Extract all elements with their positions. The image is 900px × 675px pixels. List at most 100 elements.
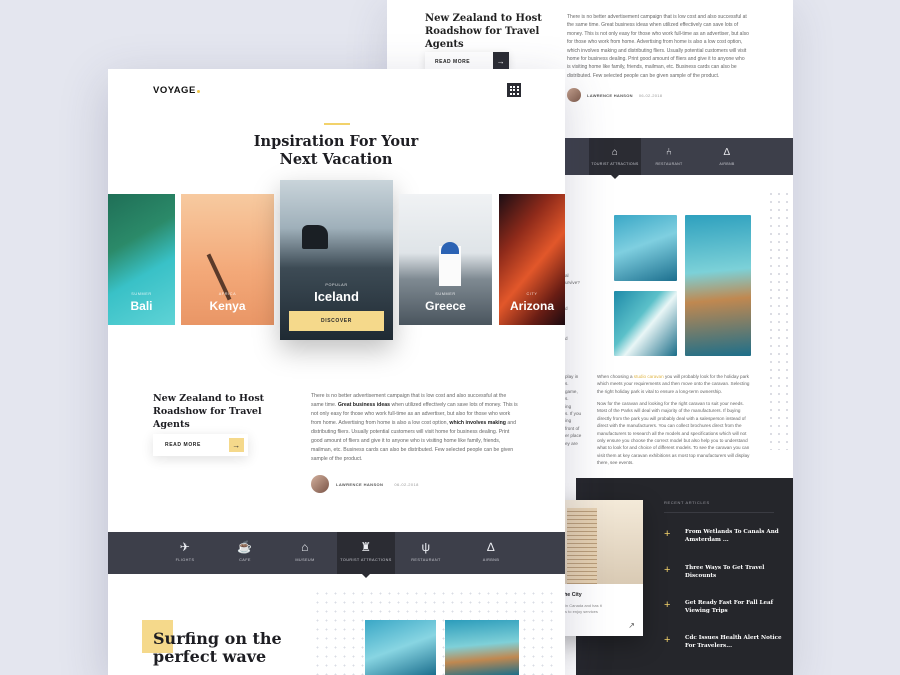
tab-label: MUSEUM xyxy=(295,558,315,562)
destination-card-kenya[interactable]: AFRICA Kenya xyxy=(181,194,274,325)
arrow-right-icon: → xyxy=(229,438,244,452)
post-date: 06-02-2018 xyxy=(394,481,419,487)
tab-tourist-attractions[interactable]: ♜ TOURIST ATTRACTIONS xyxy=(337,532,395,578)
destination-card-iceland[interactable]: POPULAR Iceland DISCOVER xyxy=(280,180,393,340)
dome-graphic xyxy=(441,242,459,254)
restaurant-icon: ψ xyxy=(421,540,431,554)
cafe-icon: ☕ xyxy=(237,540,253,554)
avatar xyxy=(567,88,581,102)
tab-label: AIRBNB xyxy=(719,162,735,166)
category-nav: ✈ FLIGHTS ☕ CAFE ⌂ MUSEUM ♜ TOURIST ATTR… xyxy=(108,532,565,578)
para-bold: Great business ideas xyxy=(337,402,390,408)
arrow-icon[interactable]: ↗ xyxy=(628,621,635,630)
surf-photo-2 xyxy=(445,620,519,675)
tab-label: CAFE xyxy=(239,558,251,562)
para-text: and distributing fliers. Usually potenti… xyxy=(311,420,517,462)
restaurant-icon: ⑃ xyxy=(665,147,673,158)
recent-article-title: Three Ways To Get Travel Discounts xyxy=(685,565,765,579)
recent-article-title: From Wetlands To Canals And Amsterdam ..… xyxy=(685,529,779,543)
tab-airbnb[interactable]: ∆ AIRBNB xyxy=(701,138,753,175)
logo-text: VOYAGE xyxy=(153,85,196,96)
plus-icon: + xyxy=(664,599,671,611)
read-more-label: READ MORE xyxy=(435,58,471,65)
read-more-label: READ MORE xyxy=(165,442,201,448)
destination-category: CITY xyxy=(526,292,538,296)
rock-graphic xyxy=(302,225,328,249)
avatar[interactable] xyxy=(311,475,329,493)
airbnb-icon: ∆ xyxy=(723,147,731,158)
destination-name: Bali xyxy=(130,299,153,313)
author-name: LAWRENCE HANSON xyxy=(587,92,633,98)
flights-icon: ✈ xyxy=(179,540,191,554)
tab-label: TOURIST ATTRACTIONS xyxy=(591,162,639,166)
article-title[interactable]: New Zealand to Host Roadshow for Travel … xyxy=(153,392,293,431)
recent-article-title: Get Ready Fast For Fall Leaf Viewing Tri… xyxy=(685,600,774,614)
back-article-paragraph: There is no better advertisement campaig… xyxy=(567,14,749,79)
author: LAWRENCE HANSON 06-02-2018 xyxy=(311,475,419,493)
tab-tourist-attractions[interactable]: ⌂ TOURIST ATTRACTIONS xyxy=(589,138,641,175)
para-bold: which involves making xyxy=(449,420,506,426)
destination-card-arizona[interactable]: CITY Arizona xyxy=(499,194,565,325)
article-paragraph: There is no better advertisement campaig… xyxy=(311,392,519,464)
tourist-attractions-icon: ⌂ xyxy=(611,147,619,158)
discover-label: DISCOVER xyxy=(321,318,352,324)
tab-airbnb[interactable]: ∆ AIRBNB xyxy=(462,532,520,574)
hero-title-line-1: Inpsiration For Your xyxy=(253,133,419,150)
surf-photo-1 xyxy=(365,620,436,675)
destination-category: POPULAR xyxy=(325,283,348,287)
building-graphic xyxy=(567,508,597,584)
surf-photo-1 xyxy=(614,215,677,281)
dot-pattern xyxy=(767,190,793,450)
destination-name: Greece xyxy=(425,299,466,313)
tab-restaurant[interactable]: ψ RESTAURANT xyxy=(397,532,455,574)
destination-name: Arizona xyxy=(509,299,554,313)
tab-label: RESTAURANT xyxy=(411,558,441,562)
edge-text-3: play in s. game, s. ing s. If you ing front of e… xyxy=(565,374,582,446)
hero-title: Inpsiration For Your Next Vacation xyxy=(236,133,436,169)
tab-flights[interactable]: ✈ FLIGHTS xyxy=(156,532,214,574)
edge-text-2: dd xyxy=(565,306,568,341)
destination-category: SUMMER xyxy=(435,292,456,296)
post-date: 06-02-2018 xyxy=(638,92,663,98)
tab-label: AIRBNB xyxy=(482,558,500,562)
tab-label: FLIGHTS xyxy=(175,558,195,562)
back-paragraph-2: When choosing a studio caravan you will … xyxy=(597,373,755,395)
accent-line xyxy=(324,123,350,125)
recent-article-title: Cdc Issues Health Alert Notice For Trave… xyxy=(685,635,782,649)
tourist-attractions-icon: ♜ xyxy=(360,540,372,554)
tab-label: TOURIST ATTRACTIONS xyxy=(340,558,392,562)
tab-restaurant[interactable]: ⑃ RESTAURANT xyxy=(643,138,695,175)
back-paragraph-3: Now for the caravan and looking for the … xyxy=(597,401,750,466)
destination-category: AFRICA xyxy=(218,292,237,296)
recent-articles-heading: RECENT ARTICLES xyxy=(664,500,710,505)
plus-icon: + xyxy=(664,528,671,540)
destination-card-bali[interactable]: SUMMER Bali xyxy=(108,194,175,325)
destination-name: Iceland xyxy=(314,289,359,304)
surf-title: Surfing on the perfect wave xyxy=(153,629,282,666)
surf-photo-2 xyxy=(614,291,677,356)
menu-grid-button[interactable] xyxy=(507,83,521,97)
divider xyxy=(664,512,774,513)
tab-cafe[interactable]: ☕ CAFE xyxy=(216,532,274,574)
read-more-button[interactable]: READ MORE → xyxy=(153,434,248,456)
tab-label: RESTAURANT xyxy=(655,162,683,166)
active-tab-pointer xyxy=(611,175,619,179)
discover-button[interactable]: DISCOVER xyxy=(289,311,384,331)
edge-text-1: al urvive? xyxy=(565,273,580,286)
hero-title-line-2: Next Vacation xyxy=(279,151,393,168)
tab-museum[interactable]: ⌂ MUSEUM xyxy=(276,532,334,574)
p2-text: When choosing a xyxy=(597,374,634,379)
studio-caravan-link[interactable]: studio caravan xyxy=(634,374,664,379)
logo-dot xyxy=(196,90,200,93)
back-article-title[interactable]: New Zealand to Host Roadshow for Travel … xyxy=(425,12,575,51)
logo[interactable]: VOYAGE xyxy=(153,85,200,96)
author-name[interactable]: LAWRENCE HANSON xyxy=(336,482,383,487)
destination-name: Kenya xyxy=(209,299,246,313)
plus-icon: + xyxy=(664,564,671,576)
destination-card-greece[interactable]: SUMMER Greece xyxy=(399,194,492,325)
surf-photo-3 xyxy=(685,215,751,356)
museum-icon: ⌂ xyxy=(301,540,309,554)
back-author: LAWRENCE HANSON 06-02-2018 xyxy=(567,88,662,102)
airbnb-icon: ∆ xyxy=(487,540,495,554)
plus-icon: + xyxy=(664,634,671,646)
